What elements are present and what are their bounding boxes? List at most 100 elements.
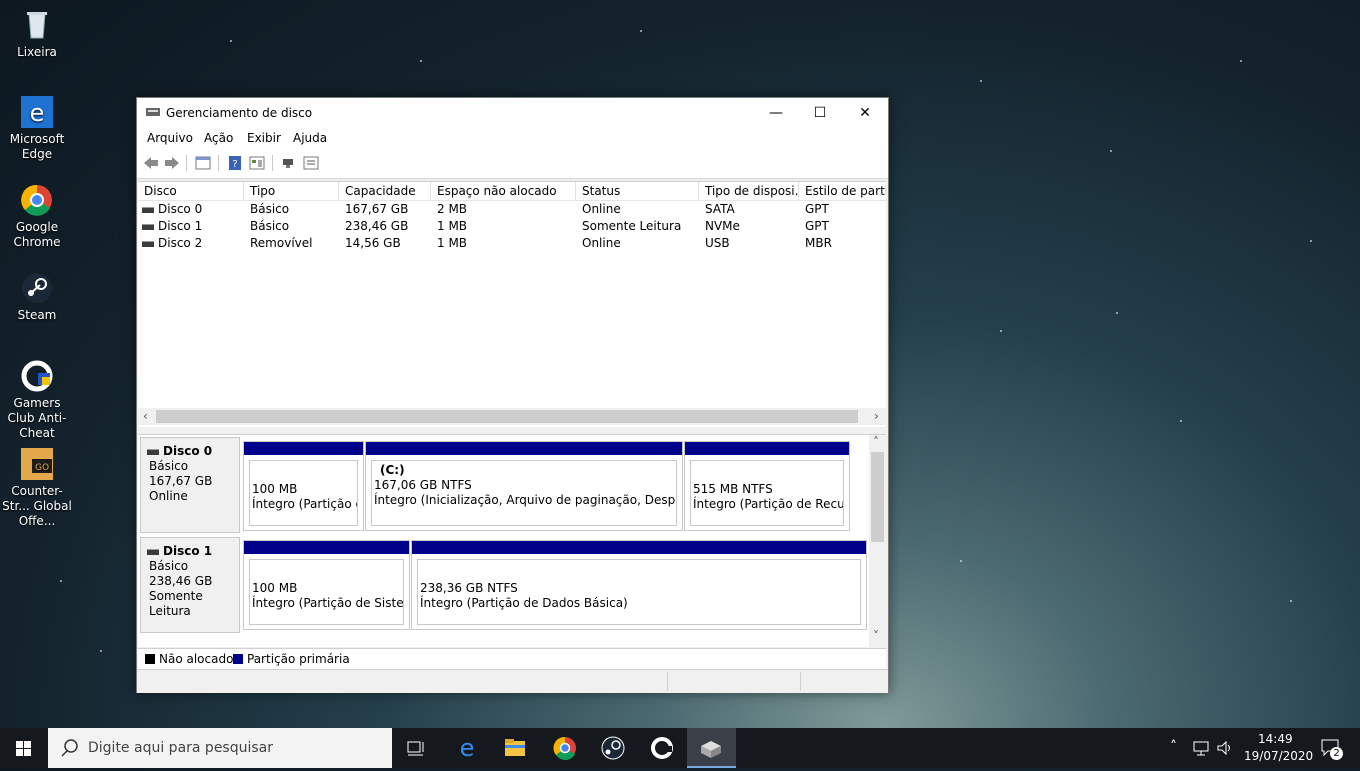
partition[interactable]: 100 MBÍntegro (Partição de (243, 441, 364, 531)
column-header[interactable]: Tipo (244, 182, 339, 200)
desktop-icon-recycle-bin[interactable]: Lixeira (0, 8, 74, 60)
taskbar-disk-management[interactable] (687, 728, 736, 768)
menu-ajuda[interactable]: Ajuda (293, 131, 327, 145)
partition-c[interactable]: (C:) 167,06 GB NTFS Íntegro (Inicialização… (365, 441, 683, 531)
disk-label[interactable]: Disco 1 Básico 238,46 GB Somente Leitura (140, 537, 240, 633)
partition-size: 238,36 GB NTFS (420, 581, 518, 595)
properties-icon[interactable] (249, 156, 265, 170)
partition-status: Íntegro (Partição de Sistema I (252, 596, 404, 610)
table-row[interactable]: Disco 0 Básico 167,67 GB 2 MB Online SAT… (138, 201, 886, 218)
volume-list: Disco Tipo Capacidade Espaço não alocado… (138, 181, 886, 427)
vertical-scrollbar[interactable]: ˄ ˅ (869, 435, 886, 647)
scroll-left-icon[interactable]: ‹ (143, 409, 148, 423)
cell-disk: Disco 1 (158, 219, 203, 233)
help-icon[interactable]: ? (227, 156, 243, 170)
menu-arquivo[interactable]: Arquivo (147, 131, 193, 145)
csgo-icon: GO (20, 447, 54, 481)
desktop-icon-csgo[interactable]: GO Counter-Str... Global Offe... (0, 447, 74, 529)
scroll-up-icon[interactable]: ˄ (873, 435, 879, 449)
task-view-button[interactable] (392, 728, 440, 768)
taskbar-gamers-club[interactable] (638, 728, 686, 768)
disk-name: Disco 0 (163, 444, 213, 458)
partition-status: Íntegro (Inicialização, Arquivo de pagin… (374, 493, 676, 507)
desktop-icon-label: Lixeira (17, 45, 57, 59)
scroll-right-icon[interactable]: › (874, 409, 879, 423)
desktop-icon-label: Gamers Club Anti-Cheat (7, 396, 67, 440)
windows-icon (16, 741, 31, 756)
legend-swatch-primary (233, 654, 243, 664)
volume-icon[interactable] (1216, 740, 1234, 756)
horizontal-scrollbar[interactable]: ‹ › (138, 408, 886, 425)
legend-swatch-unallocated (145, 654, 155, 664)
gamers-club-icon (651, 737, 673, 759)
gamers-club-icon (20, 359, 54, 393)
scroll-down-icon[interactable]: ˅ (873, 629, 879, 643)
search-box[interactable]: Digite aqui para pesquisar (48, 728, 392, 768)
edge-icon: e (20, 95, 54, 129)
clock-date[interactable]: 19/07/2020 (1244, 749, 1313, 763)
disk-icon (142, 206, 154, 213)
cell-unallocated: 2 MB (437, 202, 468, 216)
disk-status: Somente Leitura (149, 589, 203, 618)
window-title: Gerenciamento de disco (166, 106, 313, 120)
column-header[interactable]: Tipo de disposi... (699, 182, 799, 200)
minimize-button[interactable]: — (753, 98, 799, 128)
desktop-icon-edge[interactable]: e Microsoft Edge (0, 95, 74, 162)
partition-label: (C:) (380, 463, 405, 477)
recycle-bin-icon (20, 8, 54, 42)
column-header[interactable]: Espaço não alocado (431, 182, 576, 200)
connect-icon[interactable] (280, 156, 296, 170)
list-icon[interactable] (303, 156, 319, 170)
column-header[interactable]: Status (576, 182, 699, 200)
column-header[interactable]: Estilo de partiç... (799, 182, 886, 200)
clock-time[interactable]: 14:49 (1258, 732, 1293, 746)
partition-size: 515 MB NTFS (693, 482, 773, 496)
disk-management-icon (701, 741, 721, 758)
taskbar-chrome[interactable] (541, 728, 589, 768)
scrollbar-thumb[interactable] (871, 452, 884, 542)
close-button[interactable]: ✕ (842, 98, 888, 128)
partition-size: 100 MB (252, 581, 298, 595)
disk-label[interactable]: Disco 0 Básico 167,67 GB Online (140, 437, 240, 533)
column-header[interactable]: Capacidade (339, 182, 431, 200)
forward-icon[interactable] (164, 156, 180, 170)
menu-exibir[interactable]: Exibir (247, 131, 281, 145)
task-view-icon (407, 741, 424, 756)
chrome-icon (553, 736, 576, 760)
menu-acao[interactable]: Ação (204, 131, 233, 145)
cell-disk: Disco 2 (158, 236, 203, 250)
system-tray: ˄ 14:49 19/07/2020 2 (1160, 728, 1360, 768)
legend-primary: Partição primária (247, 652, 350, 666)
table-row[interactable]: Disco 2 Removível 14,56 GB 1 MB Online U… (138, 235, 886, 252)
taskbar-file-explorer[interactable] (491, 728, 539, 768)
desktop-icon-chrome[interactable]: Google Chrome (0, 183, 74, 250)
desktop-icon-steam[interactable]: Steam (0, 271, 74, 323)
network-icon[interactable] (1192, 740, 1210, 756)
desktop-icon-label: Microsoft Edge (9, 132, 65, 161)
taskbar-edge[interactable]: e (443, 728, 491, 768)
title-bar[interactable]: Gerenciamento de disco — ☐ ✕ (137, 98, 888, 128)
partition[interactable]: 100 MBÍntegro (Partição de Sistema I (243, 540, 410, 630)
steam-icon (20, 271, 54, 305)
disk-graphical-view: Disco 0 Básico 167,67 GB Online 100 MB Ín… (138, 434, 886, 647)
column-header[interactable]: Disco (138, 182, 244, 200)
show-hidden-icons[interactable]: ˄ (1170, 739, 1177, 755)
partition-bar (244, 541, 409, 554)
console-tree-icon[interactable] (195, 156, 211, 170)
partition[interactable]: 238,36 GB NTFS Íntegro (Partição de Dados… (411, 540, 867, 630)
cell-status: Somente Leitura (582, 219, 682, 233)
table-row[interactable]: Disco 1 Básico 238,46 GB 1 MB Somente Le… (138, 218, 886, 235)
partition[interactable]: 515 MB NTFSÍntegro (Partição de Recuper (684, 441, 850, 531)
desktop-icon-label: Google Chrome (13, 220, 61, 249)
menu-bar: Arquivo Ação Exibir Ajuda (137, 128, 888, 150)
back-icon[interactable] (143, 156, 159, 170)
cell-type: Básico (250, 219, 290, 233)
search-placeholder: Digite aqui para pesquisar (88, 740, 274, 756)
start-button[interactable] (0, 728, 48, 768)
maximize-button[interactable]: ☐ (797, 98, 843, 128)
taskbar-steam[interactable] (589, 728, 637, 768)
legend: Não alocado Partição primária (138, 648, 886, 669)
desktop-icon-gamers-club[interactable]: Gamers Club Anti-Cheat (0, 359, 74, 441)
scrollbar-thumb[interactable] (156, 410, 858, 423)
disk-management-window: Gerenciamento de disco — ☐ ✕ Arquivo Açã… (136, 97, 889, 693)
